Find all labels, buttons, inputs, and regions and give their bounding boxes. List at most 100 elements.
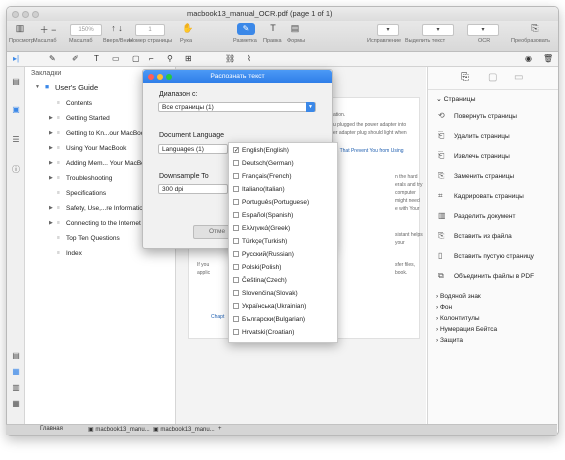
expand-icon[interactable]: ▶ <box>49 115 53 121</box>
zoom-field[interactable]: 150% <box>70 24 102 36</box>
info-icon[interactable]: ⓘ <box>11 165 21 175</box>
bookmark-item[interactable]: Using Your MacBook <box>66 145 126 152</box>
bookmarks-icon[interactable]: ▣ <box>11 105 21 115</box>
stamp-icon[interactable]: ⚲ <box>167 54 173 63</box>
language-option[interactable]: Українська(Ukrainian) <box>233 303 306 310</box>
link-icon[interactable]: ⛓ <box>225 54 235 63</box>
page-text: erals and try <box>395 182 423 188</box>
expand-icon[interactable]: ▶ <box>49 220 53 226</box>
security-section[interactable]: › Защита <box>436 337 463 344</box>
language-option[interactable]: Español(Spanish) <box>233 212 293 219</box>
language-option[interactable]: Türkçe(Turkish) <box>233 238 287 245</box>
sidebar-toggle-icon[interactable]: ▸| <box>13 54 19 63</box>
edit-icon[interactable]: T <box>265 23 281 35</box>
range-select[interactable]: Все страницы (1) ▼ <box>158 102 316 112</box>
delete-pages-item[interactable]: ⎗ Удалить страницы <box>438 131 510 141</box>
language-option[interactable]: Polski(Polish) <box>233 264 281 271</box>
language-option[interactable]: Português(Portuguese) <box>233 199 309 206</box>
eye-icon[interactable]: ◉ <box>525 54 532 63</box>
tab-home[interactable]: Главная <box>40 426 63 432</box>
panel-icon-1[interactable]: ▤ <box>11 351 21 361</box>
expand-icon[interactable]: ▶ <box>49 130 53 136</box>
language-option[interactable]: Italiano(Italian) <box>233 186 285 193</box>
bookmark-item[interactable]: Troubleshooting <box>66 175 112 182</box>
minimize-window-button[interactable] <box>22 11 29 18</box>
attach-tab-icon[interactable]: ▭ <box>514 72 523 83</box>
replace-pages-item[interactable]: ⎘ Заменить страницы <box>438 171 514 181</box>
expand-icon[interactable]: ▶ <box>49 145 53 151</box>
expand-icon[interactable]: ▶ <box>49 160 53 166</box>
language-option[interactable]: Русский(Russian) <box>233 251 294 258</box>
background-section[interactable]: › Фон <box>436 304 452 311</box>
convert-icon[interactable]: ⎘ <box>527 23 543 35</box>
textbox-icon[interactable]: ▭ <box>112 54 120 63</box>
bookmark-item[interactable]: Getting to Kn...our MacBook <box>66 130 148 137</box>
pages-tab-icon[interactable]: ⎘ <box>461 72 469 83</box>
expand-icon[interactable]: ▼ <box>35 84 40 90</box>
panel-icon-3[interactable]: ▥ <box>11 383 21 393</box>
bookmark-item[interactable]: Specifications <box>66 190 106 197</box>
shapes-icon[interactable]: ⊞ <box>185 54 192 63</box>
language-option[interactable]: Čeština(Czech) <box>233 277 287 284</box>
tab-document-2[interactable]: ▣ macbook13_manu... <box>153 426 215 433</box>
watermark-section[interactable]: › Водяной знак <box>436 293 481 300</box>
thumbnails-icon[interactable]: ▤ <box>11 77 21 87</box>
language-option[interactable]: Ελληνικά(Greek) <box>233 225 290 232</box>
header-footer-section[interactable]: › Колонтитулы <box>436 315 480 322</box>
note-icon[interactable]: ▢ <box>132 54 140 63</box>
language-option[interactable]: Български(Bulgarian) <box>233 316 305 323</box>
bookmark-item[interactable]: Contents <box>66 100 92 107</box>
bookmark-item[interactable]: Safety, Use,...re Information <box>66 205 146 212</box>
rotate-pages-item[interactable]: ⟲ Повернуть страницы <box>438 111 517 120</box>
up-down-icon[interactable]: ↑ ↓ <box>107 23 127 35</box>
bookmark-item[interactable]: Index <box>66 250 82 257</box>
view-icon[interactable]: ▥ <box>11 23 29 35</box>
text-tool-icon[interactable]: T <box>94 54 99 63</box>
bates-section[interactable]: › Нумерация Бейтса <box>436 326 497 333</box>
hand-icon[interactable]: ✋ <box>180 23 196 35</box>
panel-icon-4[interactable]: ▦ <box>11 399 21 409</box>
expand-icon[interactable]: ▶ <box>49 175 53 181</box>
pen-icon[interactable]: ✎ <box>49 54 56 63</box>
zoom-icon[interactable]: ＋ − <box>37 23 59 35</box>
attach-icon[interactable]: ⌇ <box>247 54 251 63</box>
callout-icon[interactable]: ⌐ <box>149 54 154 63</box>
language-select[interactable]: Languages (1) <box>158 144 228 154</box>
bookmark-item[interactable]: Adding Mem... Your MacBook <box>66 160 152 167</box>
markup-button[interactable]: ✎ <box>237 23 255 35</box>
language-option[interactable]: Français(French) <box>233 173 291 180</box>
insert-from-file-item[interactable]: ⎘ Вставить из файла <box>438 231 512 241</box>
trash-icon[interactable]: 🗑 <box>543 54 553 63</box>
ocr-button[interactable]: ▾ <box>467 24 499 36</box>
split-document-item[interactable]: ▥ Разделить документ <box>438 211 515 220</box>
new-tab-button[interactable]: + <box>218 426 222 432</box>
panel-icon-2[interactable]: ▦ <box>11 367 21 377</box>
language-option[interactable]: Slovenčina(Slovak) <box>233 290 298 297</box>
insert-blank-page-item[interactable]: ▯ Вставить пустую страницу <box>438 251 534 260</box>
extract-pages-item[interactable]: ⎗ Извлечь страницы <box>438 151 510 161</box>
close-window-button[interactable] <box>12 11 19 18</box>
bookmark-item[interactable]: Getting Started <box>66 115 110 122</box>
dialog-zoom-button[interactable] <box>166 74 172 80</box>
crop-pages-item[interactable]: ⌗ Кадрировать страницы <box>438 191 524 201</box>
bookmark-root[interactable]: User's Guide <box>55 83 98 92</box>
outline-icon[interactable]: ☰ <box>11 135 21 145</box>
bookmark-item[interactable]: Top Ten Questions <box>66 235 120 242</box>
doc-tab-icon[interactable]: ▢ <box>488 72 497 83</box>
combine-files-item[interactable]: ⧉ Объединить файлы в PDF <box>438 271 534 281</box>
language-option[interactable]: Deutsch(German) <box>233 160 294 167</box>
correction-button[interactable]: ▾ <box>377 24 399 36</box>
zoom-window-button[interactable] <box>32 11 39 18</box>
bookmark-item[interactable]: Connecting to the Internet <box>66 220 141 227</box>
dialog-close-button[interactable] <box>148 74 154 80</box>
downsample-select[interactable]: 300 dpi <box>158 184 228 194</box>
tab-document-1[interactable]: ▣ macbook13_manu... <box>88 426 150 433</box>
page-number-field[interactable]: 1 <box>135 24 165 36</box>
language-option[interactable]: Hrvatski(Croatian) <box>233 329 294 336</box>
highlight-button[interactable]: ▾ <box>422 24 454 36</box>
forms-icon[interactable]: ▤ <box>287 23 303 35</box>
language-option[interactable]: ✓ English(English) <box>233 147 289 154</box>
dialog-minimize-button[interactable] <box>157 74 163 80</box>
highlighter-icon[interactable]: ✐ <box>72 54 79 63</box>
expand-icon[interactable]: ▶ <box>49 205 53 211</box>
